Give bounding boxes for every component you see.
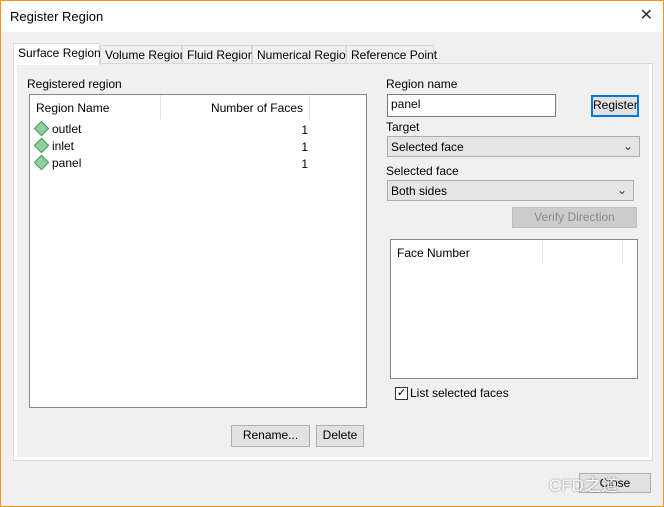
selected-face-select[interactable]: Both sides ⌄ <box>387 180 634 201</box>
window-title: Register Region <box>10 9 104 24</box>
tab-reference-point[interactable]: Reference Point <box>346 45 437 64</box>
surface-region-panel: Registered region Region Name Number of … <box>13 63 653 461</box>
tab-volume-region[interactable]: Volume Region <box>100 45 186 64</box>
tab-fluid-region[interactable]: Fluid Region <box>182 45 254 64</box>
selected-face-value: Both sides <box>391 184 448 198</box>
selected-face-label: Selected face <box>386 164 459 178</box>
column-header-number-of-faces[interactable]: Number of Faces <box>161 95 310 119</box>
list-item[interactable]: inlet 1 <box>33 137 316 155</box>
target-select[interactable]: Selected face ⌄ <box>387 136 640 157</box>
region-icon <box>33 120 50 137</box>
title-bar: Register Region ✕ <box>1 1 663 32</box>
register-region-dialog: Register Region ✕ Surface Region Volume … <box>0 0 664 507</box>
column-header-empty <box>543 240 623 264</box>
rename-button[interactable]: Rename... <box>231 425 310 447</box>
verify-direction-button[interactable]: Verify Direction <box>512 207 637 228</box>
list-item[interactable]: panel 1 <box>33 154 316 172</box>
registered-region-list[interactable]: Region Name Number of Faces outlet 1 inle… <box>29 94 367 408</box>
tab-surface-region[interactable]: Surface Region <box>13 43 101 65</box>
registered-region-label: Registered region <box>27 77 122 91</box>
watermark: CFD之道 <box>549 476 618 495</box>
close-icon[interactable]: ✕ <box>640 5 653 25</box>
region-name-input[interactable]: panel <box>387 94 556 117</box>
column-header-face-number[interactable]: Face Number <box>391 240 543 264</box>
column-header-region-name[interactable]: Region Name <box>30 95 161 119</box>
face-number-list[interactable]: Face Number <box>390 239 638 379</box>
region-name-label: Region name <box>386 77 458 91</box>
target-label: Target <box>386 120 420 134</box>
register-button[interactable]: Register <box>591 95 639 117</box>
list-item[interactable]: outlet 1 <box>33 120 316 138</box>
target-value: Selected face <box>391 140 464 154</box>
list-selected-faces-label[interactable]: List selected faces <box>410 386 509 400</box>
delete-button[interactable]: Delete <box>316 425 364 447</box>
region-icon <box>33 137 50 154</box>
list-selected-faces-checkbox[interactable]: ✓ <box>395 387 408 400</box>
region-icon <box>33 154 50 171</box>
chevron-down-icon: ⌄ <box>616 183 627 197</box>
tab-numerical-region[interactable]: Numerical Region <box>252 45 352 64</box>
chevron-down-icon: ⌄ <box>622 139 633 153</box>
